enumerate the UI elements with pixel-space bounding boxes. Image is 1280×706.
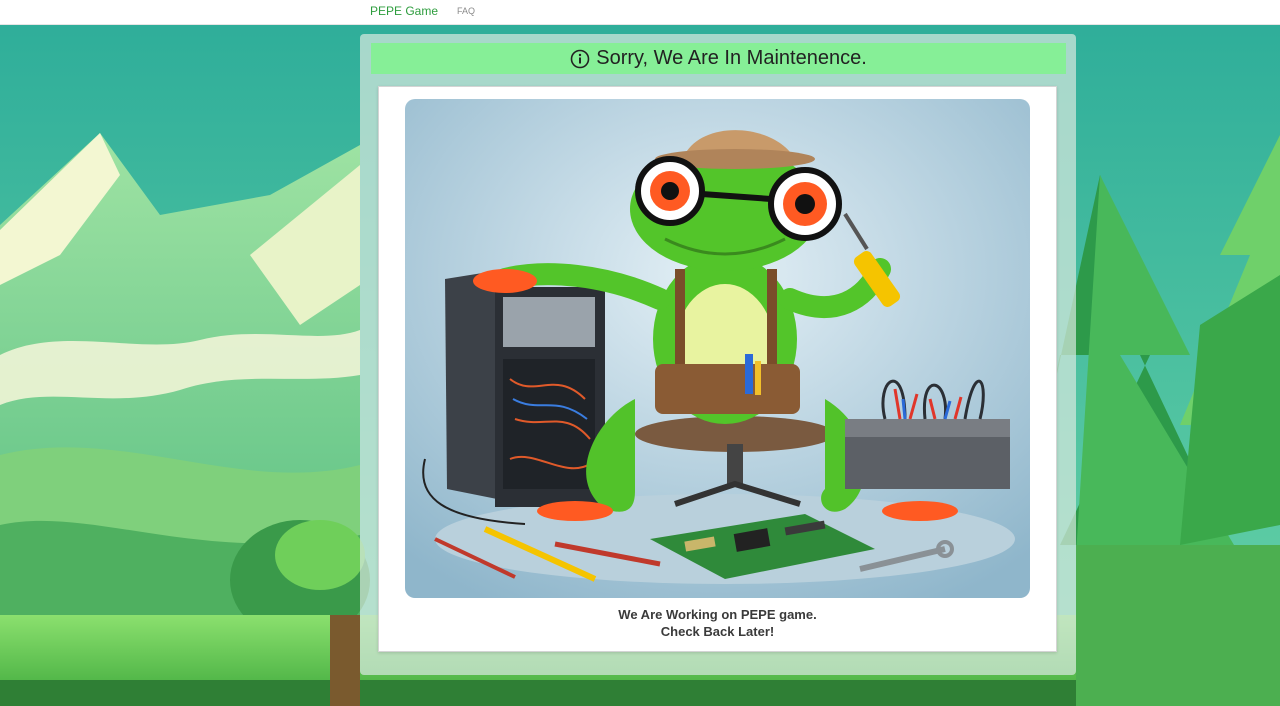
nav-link-faq[interactable]: FAQ	[457, 6, 475, 16]
top-navbar: PEPE Game FAQ	[0, 0, 1280, 25]
maintenance-header: Sorry, We Are In Maintenence.	[371, 43, 1066, 74]
info-icon	[570, 49, 590, 69]
maintenance-message-line1: We Are Working on PEPE game.	[618, 607, 817, 622]
brand-link[interactable]: PEPE Game	[370, 4, 438, 18]
maintenance-title: Sorry, We Are In Maintenence.	[596, 47, 867, 69]
frog-mechanic-illustration	[405, 99, 1030, 598]
maintenance-message-line2: Check Back Later!	[660, 624, 775, 639]
